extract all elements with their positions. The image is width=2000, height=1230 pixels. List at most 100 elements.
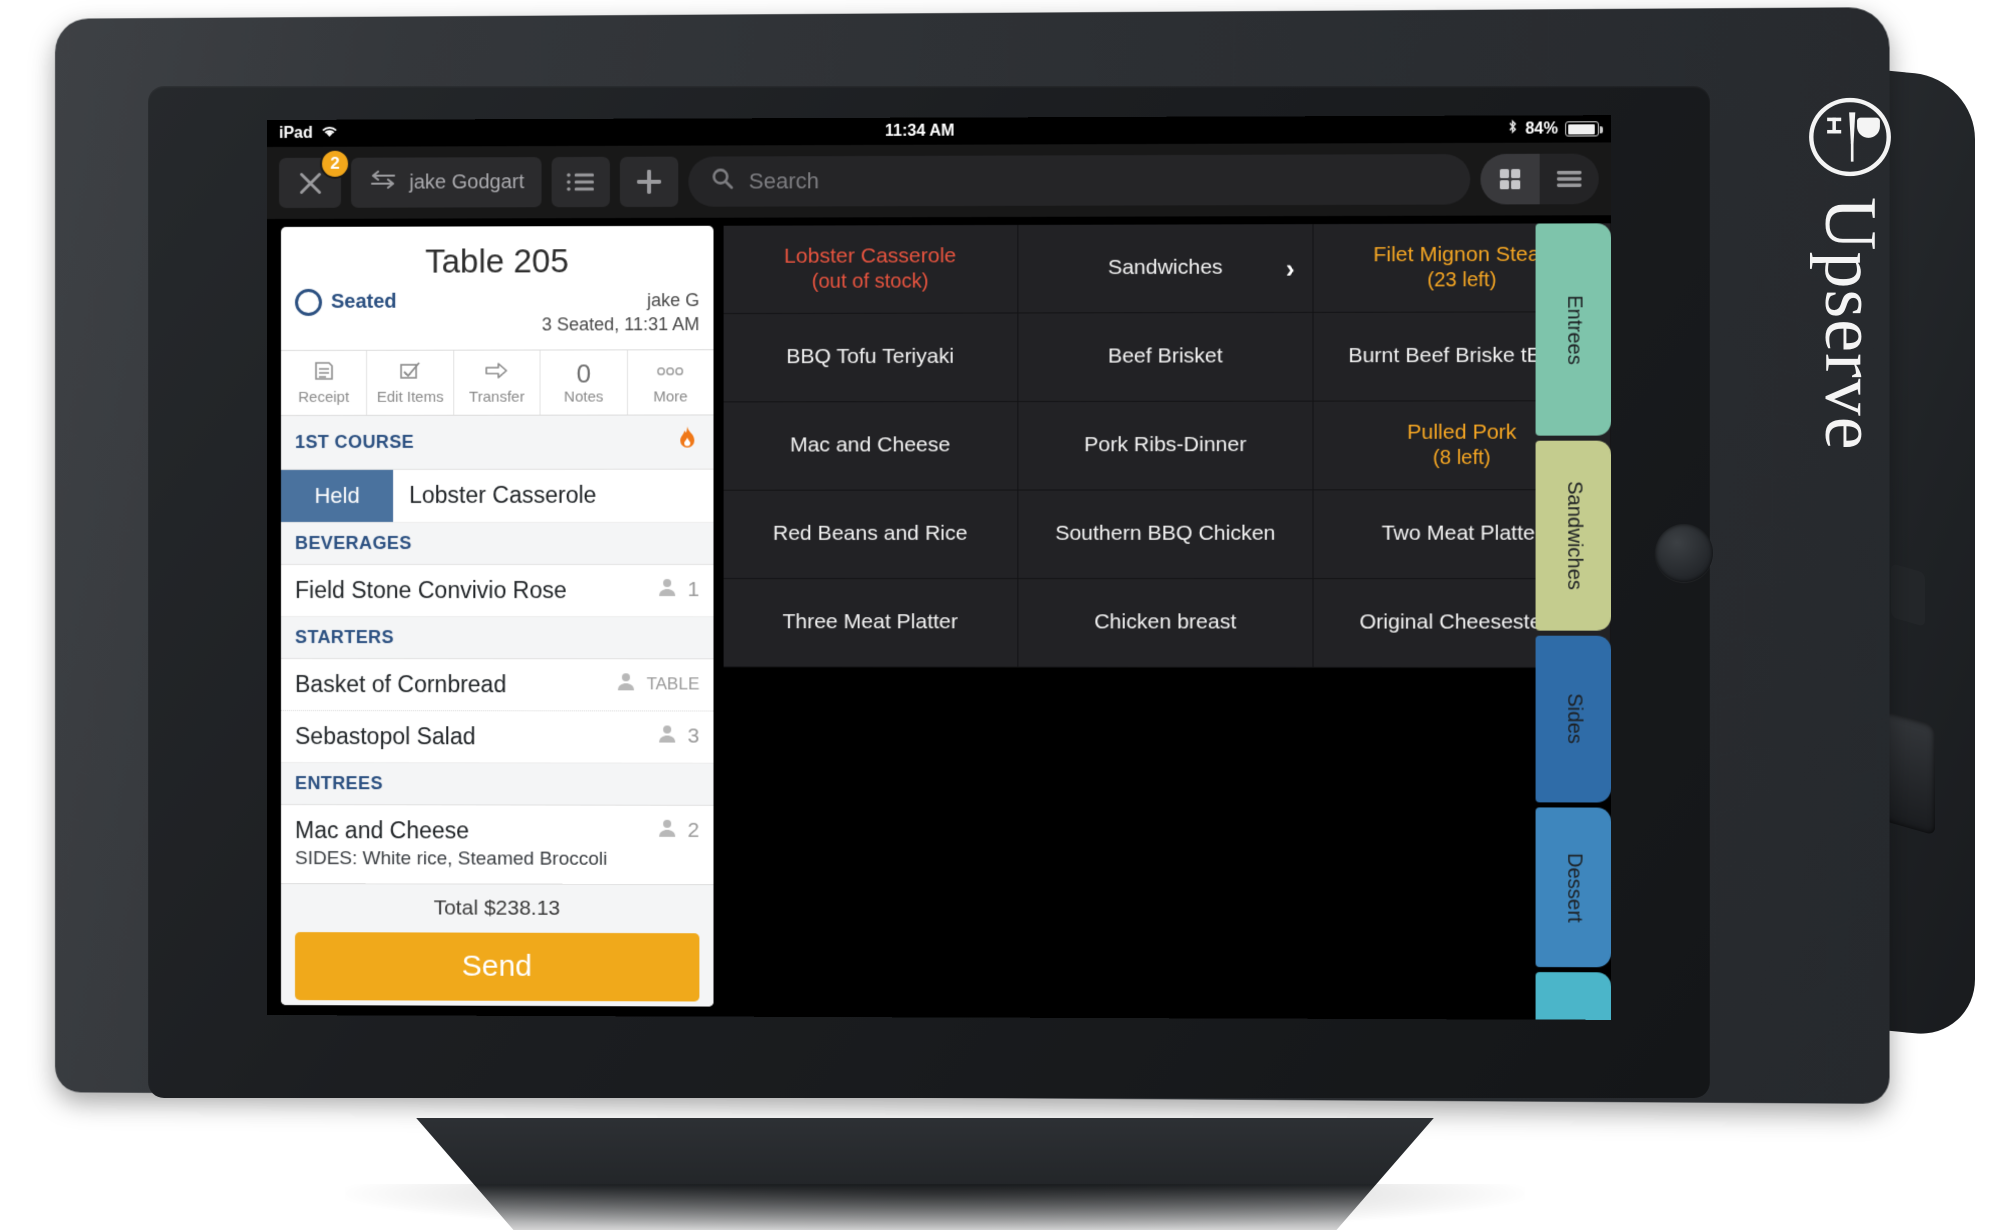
order-list-button[interactable] <box>552 157 610 207</box>
tablet-screen: iPad 11:34 AM 84% 2 jake Godgart Search … <box>267 115 1611 1020</box>
category-tab-to-go[interactable]: To Go <box>1536 972 1612 1020</box>
menu-cell-stock-note: (out of stock) <box>784 269 956 295</box>
add-item-button[interactable] <box>620 157 678 207</box>
item-name: Sebastopol Salad <box>295 723 657 751</box>
item-seat: 1 <box>657 577 699 603</box>
edit-items-button[interactable]: Edit Items <box>367 350 454 414</box>
menu-cell-label: Three Meat Platter <box>782 610 958 636</box>
menu-item-cell[interactable]: Chicken breast <box>1018 579 1314 668</box>
battery-icon <box>1565 121 1599 136</box>
list-view-button[interactable] <box>1540 154 1599 205</box>
menu-category-cell[interactable]: Sandwiches › <box>1018 224 1314 313</box>
menu-item-cell[interactable]: Southern BBQ Chicken <box>1018 490 1314 579</box>
list-item[interactable]: Basket of Cornbread TABLE <box>281 659 714 712</box>
category-tab-dessert[interactable]: Dessert <box>1536 807 1612 967</box>
menu-item-cell[interactable]: Pork Ribs-Dinner <box>1018 402 1314 491</box>
category-tab-rail: Entrees Sandwiches Sides Dessert To Go <box>1531 215 1611 1020</box>
item-modifiers: SIDES: White rice, Steamed Broccoli <box>281 848 714 884</box>
tablet-device: Upserve iPad 11:34 AM 84% 2 jake Godgart… <box>45 8 1950 1138</box>
menu-cell-stock-note: (8 left) <box>1407 446 1516 471</box>
notes-label: Notes <box>564 388 603 405</box>
menu-item-cell[interactable]: Three Meat Platter <box>724 579 1018 668</box>
receipt-button[interactable]: Receipt <box>281 350 367 414</box>
main-content: Table 205 Seated jake G 3 Seated, 11:31 … <box>267 215 1611 1020</box>
list-item[interactable]: Sebastopol Salad 3 <box>281 711 714 764</box>
server-selector-button[interactable]: jake Godgart <box>351 157 542 208</box>
menu-cell-stock-note: (23 left) <box>1373 268 1550 294</box>
menu-cell-label: Mac and Cheese <box>790 433 950 460</box>
grid-view-button[interactable] <box>1480 154 1539 205</box>
menu-cell-label: Chicken breast <box>1094 610 1236 637</box>
stand-shadow <box>345 1184 1525 1230</box>
status-bar-clock: 11:34 AM <box>338 120 1507 142</box>
item-name: Basket of Cornbread <box>295 671 616 698</box>
course-header: 1ST COURSE <box>281 415 714 470</box>
category-tab-sandwiches[interactable]: Sandwiches <box>1536 441 1612 631</box>
transfer-button[interactable]: Transfer <box>454 350 541 414</box>
chevron-right-icon: › <box>1286 252 1295 285</box>
list-lines-icon <box>566 170 596 194</box>
menu-cell-label: Two Meat Platter <box>1382 521 1543 548</box>
menu-item-cell[interactable]: Beef Brisket <box>1018 313 1314 402</box>
flame-icon[interactable] <box>675 425 699 458</box>
order-ticket: Table 205 Seated jake G 3 Seated, 11:31 … <box>281 226 714 1007</box>
list-item[interactable]: Held Lobster Casserole <box>281 469 714 522</box>
tablet-port-small <box>1891 563 1925 627</box>
category-tab-entrees[interactable]: Entrees <box>1536 223 1612 435</box>
search-input[interactable]: Search <box>688 154 1470 207</box>
category-tab-sides[interactable]: Sides <box>1536 636 1612 803</box>
send-button[interactable]: Send <box>295 932 699 1001</box>
carrier-label: iPad <box>279 124 313 142</box>
receipt-label: Receipt <box>298 388 349 405</box>
list-item[interactable]: Mac and Cheese 2 <box>281 805 714 849</box>
section-title: ENTREES <box>295 773 383 794</box>
menu-item-cell[interactable]: Lobster Casserole (out of stock) <box>724 225 1018 314</box>
person-icon <box>657 724 677 750</box>
ticket-footer: Total $238.13 Send <box>281 883 714 1007</box>
list-item[interactable]: Field Stone Convivio Rose 1 <box>281 565 714 617</box>
more-button[interactable]: More <box>628 350 714 414</box>
item-seat-value: TABLE <box>646 674 699 694</box>
category-tab-label: Entrees <box>1562 295 1585 365</box>
category-tab-label: Sides <box>1562 694 1585 745</box>
plus-icon <box>634 167 664 197</box>
transfer-arrows-icon <box>368 170 398 196</box>
menu-cell-label: Pork Ribs-Dinner <box>1084 432 1246 459</box>
category-tab-label: Sandwiches <box>1562 481 1585 590</box>
grid-view-icon <box>1498 167 1522 191</box>
held-badge: Held <box>281 469 393 521</box>
menu-cell-label: Southern BBQ Chicken <box>1055 521 1275 547</box>
menu-cell-label: Sandwiches <box>1108 255 1223 282</box>
tablet-port-slot <box>1883 711 1935 836</box>
item-seat: 2 <box>657 818 699 844</box>
bluetooth-icon <box>1507 119 1518 140</box>
arrow-right-icon <box>454 358 540 388</box>
status-label: Seated <box>331 291 397 314</box>
home-button[interactable] <box>1655 524 1713 582</box>
status-badge[interactable]: Seated <box>295 288 542 316</box>
item-name: Lobster Casserole <box>393 482 713 509</box>
battery-percent-label: 84% <box>1525 120 1558 138</box>
wifi-icon <box>321 124 338 142</box>
close-ticket-button[interactable]: 2 <box>279 158 341 208</box>
list-view-icon <box>1556 169 1583 189</box>
menu-item-cell[interactable]: Mac and Cheese <box>724 402 1018 491</box>
item-seat: 3 <box>657 724 699 750</box>
view-mode-toggle[interactable] <box>1480 154 1598 205</box>
person-icon <box>657 818 677 844</box>
ticket-action-bar: Receipt Edit Items Transfer 0 Notes More <box>281 349 714 416</box>
item-seat: TABLE <box>616 671 699 697</box>
menu-item-cell[interactable]: Red Beans and Rice <box>724 491 1018 580</box>
menu-item-cell[interactable]: BBQ Tofu Teriyaki <box>724 313 1018 402</box>
edit-items-label: Edit Items <box>377 388 444 405</box>
order-ticket-panel: Table 205 Seated jake G 3 Seated, 11:31 … <box>267 218 724 1017</box>
more-label: More <box>653 388 687 405</box>
item-name: Mac and Cheese <box>295 817 657 845</box>
screenshot-root: Upserve iPad 11:34 AM 84% 2 jake Godgart… <box>0 0 2000 1230</box>
menu-cell-label: Pulled Pork (8 left) <box>1407 419 1516 471</box>
search-icon <box>710 166 734 196</box>
notes-count: 0 <box>541 358 627 388</box>
close-x-icon <box>297 169 324 196</box>
menu-cell-label: Filet Mignon Steak (23 left) <box>1373 242 1550 294</box>
notes-button[interactable]: 0 Notes <box>541 350 628 414</box>
